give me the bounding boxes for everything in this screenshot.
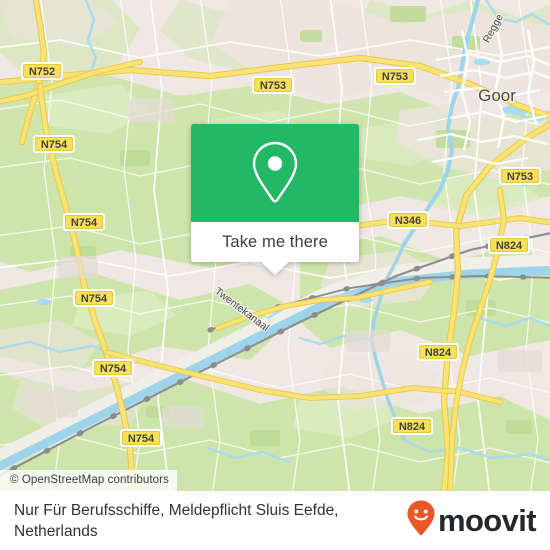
road-shield: N824	[417, 343, 459, 361]
road-shield-label: N753	[260, 80, 286, 92]
road-shield-label: N754	[128, 433, 155, 445]
road-shield: N824	[488, 236, 530, 254]
road-shield: N824	[391, 417, 433, 435]
road-shield: N346	[387, 211, 429, 229]
road-shield-label: N824	[496, 240, 523, 252]
popup-pointer-tail	[260, 261, 290, 275]
moovit-logo[interactable]: moovit	[406, 499, 537, 542]
road-shield: N754	[120, 429, 162, 447]
place-name-label: Nur Für Berufsschiffe, Meldepflicht Slui…	[14, 501, 339, 540]
road-shield: N752	[21, 62, 63, 80]
map-pin-icon	[248, 139, 302, 207]
moovit-wordmark: moovit	[437, 503, 537, 538]
road-shield: N753	[252, 76, 294, 94]
road-shield: N753	[499, 167, 541, 185]
screenshot-root: Goor Regge Twentekanaal N752 N753 N753 N753…	[0, 0, 550, 550]
road-shield-label: N346	[395, 215, 421, 227]
road-shield-label: N752	[29, 66, 55, 78]
road-shield: N754	[33, 135, 75, 153]
moovit-pin-smiley-icon	[406, 499, 436, 542]
road-shield-label: N754	[81, 293, 108, 305]
map-canvas[interactable]: Goor Regge Twentekanaal N752 N753 N753 N753…	[0, 0, 550, 491]
popup-green-panel	[191, 124, 359, 222]
location-popup-card[interactable]: Take me there	[191, 124, 359, 275]
road-shield-label: N754	[41, 139, 68, 151]
road-shield: N753	[374, 67, 416, 85]
road-shield-label: N824	[425, 347, 452, 359]
road-shield: N754	[73, 289, 115, 307]
road-shield-label: N753	[382, 71, 408, 83]
road-shield-label: N824	[399, 421, 426, 433]
popup-action-bar[interactable]: Take me there	[191, 222, 359, 275]
road-shield: N754	[92, 359, 134, 377]
footer-bar: Goor Regge Twentekanaal N752N753N753N753…	[0, 491, 550, 550]
road-shield-label: N753	[507, 171, 533, 183]
road-shield-label: N754	[71, 217, 98, 229]
svg-text:Goor: Goor	[478, 86, 516, 105]
road-shield-label: N754	[100, 363, 127, 375]
osm-attribution[interactable]: © OpenStreetMap contributors	[0, 470, 177, 491]
road-shield: N754	[63, 213, 105, 231]
take-me-there-label: Take me there	[222, 232, 328, 251]
